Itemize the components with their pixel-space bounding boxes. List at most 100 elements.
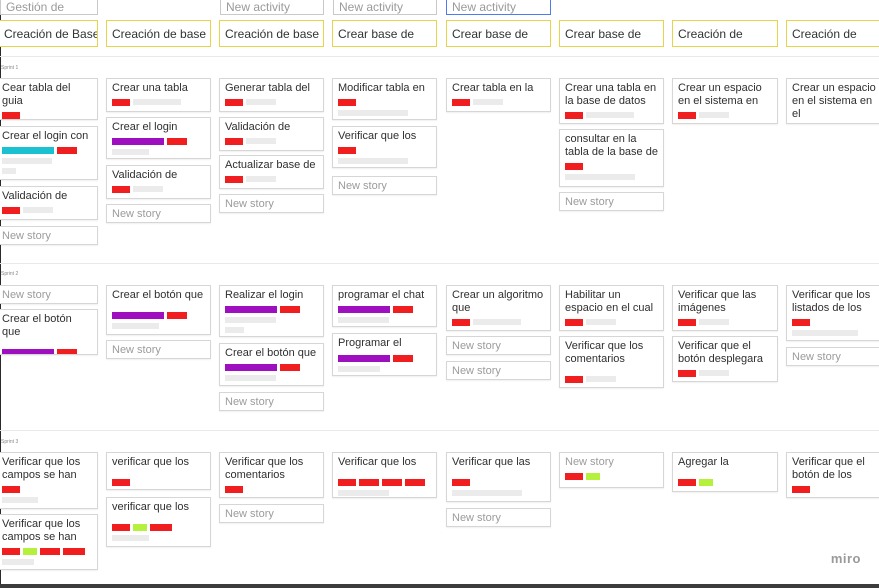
story-card[interactable]: Crear el login: [106, 117, 211, 159]
story-card[interactable]: Verificar que los comentarios: [559, 336, 664, 388]
release-card[interactable]: Creación de: [786, 20, 879, 47]
tag-red: [338, 478, 356, 486]
tag-red: [2, 485, 20, 493]
tag-red: [57, 146, 77, 154]
story-card[interactable]: Crear un algoritmo que: [446, 285, 551, 331]
story-card[interactable]: Verificar que los listados de los: [786, 285, 879, 341]
story-card[interactable]: Verificar que las: [446, 452, 551, 502]
new-story-card[interactable]: New story: [786, 347, 879, 366]
story-card[interactable]: Cear tabla del guia: [0, 78, 98, 120]
story-card[interactable]: Crear tabla en la: [446, 78, 551, 112]
story-card[interactable]: Programar el: [332, 333, 437, 376]
new-story-card[interactable]: New story: [0, 285, 98, 304]
tag-red: [167, 137, 187, 145]
story-title: New story: [338, 180, 387, 192]
tag-red: [393, 354, 413, 362]
placeholder-line: [2, 168, 16, 174]
tag-red: [792, 485, 810, 493]
story-title: Cear tabla del guia: [2, 82, 71, 107]
new-story-card[interactable]: New story: [219, 392, 324, 411]
tag-lime: [586, 472, 600, 480]
placeholder-line: [792, 497, 845, 498]
tag-red: [452, 98, 470, 106]
story-card[interactable]: Modificar tabla en: [332, 78, 437, 120]
story-card[interactable]: Verificar que los comentarios: [219, 452, 324, 498]
story-card[interactable]: New story: [559, 452, 664, 488]
story-card[interactable]: Habilitar un espacio en el cual: [559, 285, 664, 331]
story-card[interactable]: Crear un espacio en el sistema en el: [786, 78, 879, 124]
tag-red: [280, 363, 300, 371]
release-card[interactable]: Crear base de: [446, 20, 551, 47]
story-title: Realizar el login: [225, 289, 304, 301]
new-story-card[interactable]: New story: [219, 504, 324, 523]
placeholder-line: [338, 158, 408, 164]
new-story-card[interactable]: New story: [446, 336, 551, 355]
story-card[interactable]: Crear una tabla en la base de datos: [559, 78, 664, 124]
story-card[interactable]: verificar que los: [106, 497, 211, 547]
story-card[interactable]: Validación de: [0, 186, 98, 220]
release-card[interactable]: Creación de base: [219, 20, 324, 47]
story-card[interactable]: verificar que los: [106, 452, 211, 490]
story-card[interactable]: Crear el login con: [0, 126, 98, 180]
story-card[interactable]: consultar en la tabla de la base de: [559, 129, 664, 187]
tag-red: [225, 98, 243, 106]
story-title: Crear una tabla en la base de datos: [565, 82, 657, 107]
activity-card[interactable]: Gestión de: [0, 0, 98, 15]
story-card[interactable]: Crear un espacio en el sistema en: [672, 78, 778, 124]
new-story-card[interactable]: New story: [219, 194, 324, 213]
story-card[interactable]: Verificar que el botón desplegara: [672, 336, 778, 382]
story-map-board[interactable]: Gestión de New activity New activity New…: [0, 0, 879, 588]
release-card[interactable]: Crear base de: [559, 20, 664, 47]
story-card[interactable]: Crear una tabla: [106, 78, 211, 112]
tag-red: [2, 547, 20, 555]
new-story-card[interactable]: New story: [106, 340, 211, 359]
bottom-bar: [0, 584, 879, 588]
release-card[interactable]: Creación de Base: [0, 20, 98, 47]
story-card[interactable]: Verificar que las imágenes: [672, 285, 778, 331]
story-card[interactable]: Crear el botón que: [219, 343, 324, 386]
release-card[interactable]: Creación de: [672, 20, 778, 47]
story-card[interactable]: Verificar que los campos se han: [0, 452, 98, 509]
tag-red: [565, 472, 583, 480]
story-title: Actualizar base de: [225, 159, 316, 171]
story-title: consultar en la tabla de la base de: [565, 133, 658, 158]
story-card[interactable]: Verificar que los: [332, 452, 437, 498]
new-story-card[interactable]: New story: [106, 204, 211, 223]
story-card[interactable]: Agregar la: [672, 452, 778, 492]
story-card[interactable]: Crear el botón que: [0, 309, 98, 355]
new-story-card[interactable]: New story: [446, 361, 551, 380]
story-card[interactable]: programar el chat: [332, 285, 437, 327]
new-story-card[interactable]: New story: [446, 508, 551, 527]
tag-red: [565, 162, 583, 170]
story-card[interactable]: Verificar que los: [332, 126, 437, 168]
activity-card-selected[interactable]: New activity: [446, 0, 551, 15]
story-card[interactable]: Actualizar base de: [219, 155, 324, 189]
story-title: Crear el botón que: [225, 347, 317, 359]
story-card[interactable]: Generar tabla del: [219, 78, 324, 112]
tag-purple: [338, 354, 390, 362]
story-card[interactable]: Validación de: [219, 117, 324, 151]
story-card[interactable]: Validación de: [106, 165, 211, 199]
release-card[interactable]: Creación de base: [106, 20, 211, 47]
story-card[interactable]: Crear el botón que: [106, 285, 211, 335]
story-title: verificar que los: [112, 501, 190, 513]
story-card[interactable]: Realizar el login: [219, 285, 324, 337]
activity-card[interactable]: New activity: [220, 0, 324, 15]
tag-red: [452, 318, 470, 326]
story-title: Verificar que los: [338, 456, 417, 468]
story-title: New story: [225, 396, 274, 408]
new-story-card[interactable]: New story: [0, 226, 98, 245]
story-card[interactable]: Verificar que los campos se han: [0, 514, 98, 570]
story-title: Crear un espacio en el sistema en el: [792, 82, 876, 120]
story-title: Agregar la: [678, 456, 729, 468]
placeholder-line: [473, 99, 503, 105]
placeholder-line: [225, 327, 244, 333]
story-title: New story: [565, 456, 614, 468]
release-card[interactable]: Crear base de: [332, 20, 437, 47]
placeholder-line: [2, 158, 52, 164]
new-story-card[interactable]: New story: [332, 176, 437, 195]
new-story-card[interactable]: New story: [559, 192, 664, 211]
placeholder-line: [338, 317, 390, 323]
story-card[interactable]: Verificar que el botón de los: [786, 452, 879, 498]
activity-card[interactable]: New activity: [333, 0, 437, 15]
